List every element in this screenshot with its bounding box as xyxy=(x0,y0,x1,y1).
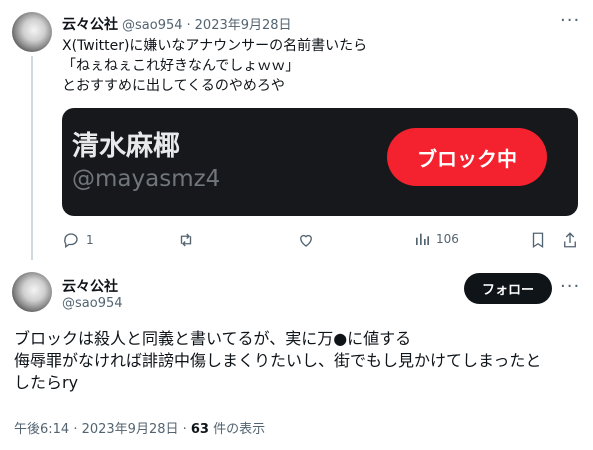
author-handle[interactable]: @sao954 xyxy=(122,18,183,33)
views-icon xyxy=(414,231,430,247)
tweet-header: 云々公社 @sao954 · 2023年9月28日 xyxy=(62,14,292,34)
views-count: 106 xyxy=(436,232,459,246)
separator: · xyxy=(186,18,191,33)
tweet-time[interactable]: 午後6:14 · 2023年9月28日 · xyxy=(14,422,191,437)
avatar[interactable] xyxy=(12,12,52,52)
bookmark-button[interactable] xyxy=(530,231,546,249)
views-suffix: 件の表示 xyxy=(208,422,266,437)
thread-line xyxy=(31,56,33,260)
views-button[interactable]: 106 xyxy=(414,231,459,247)
avatar[interactable] xyxy=(12,272,52,312)
reply-count: 1 xyxy=(86,233,94,247)
retweet-icon xyxy=(177,231,195,249)
blocked-button: ブロック中 xyxy=(387,128,547,186)
reply-button[interactable]: 1 xyxy=(62,231,94,249)
bookmark-icon xyxy=(530,231,546,249)
tweet-meta: 午後6:14 · 2023年9月28日 · 63 件の表示 xyxy=(14,418,265,437)
share-button[interactable] xyxy=(562,231,578,249)
tweet-text-line: 侮辱罪がなければ誹謗中傷しまくりたいし、街でもし見かけてしまったと xyxy=(14,351,542,370)
like-button[interactable] xyxy=(297,231,315,249)
tweet-text-line: したらry xyxy=(14,373,79,392)
follow-button[interactable]: フォロー xyxy=(464,273,552,304)
tweet-text: ブロックは殺人と同義と書いてるが、実に万●に値する 侮辱罪がなければ誹謗中傷しま… xyxy=(14,328,584,394)
like-icon xyxy=(297,231,315,249)
tweet-date[interactable]: 2023年9月28日 xyxy=(195,14,292,33)
share-icon xyxy=(562,231,578,249)
tweet-text-line: ブロックは殺人と同義と書いてるが、実に万●に値する xyxy=(14,329,412,348)
tweet-text: X(Twitter)に嫌いなアナウンサーの名前書いたら 「ねぇねぇこれ好きなんで… xyxy=(62,38,368,94)
reply-icon xyxy=(62,231,80,249)
more-icon[interactable]: ··· xyxy=(560,276,580,297)
card-profile-handle: @mayasmz4 xyxy=(72,166,221,192)
views-number: 63 xyxy=(190,422,209,437)
retweet-button[interactable] xyxy=(177,231,195,249)
more-icon[interactable]: ··· xyxy=(560,10,580,31)
author-name[interactable]: 云々公社 xyxy=(62,14,118,34)
embedded-image-card[interactable]: 清水麻椰 @mayasmz4 ブロック中 xyxy=(62,108,578,216)
card-profile-name: 清水麻椰 xyxy=(72,131,180,162)
author-handle[interactable]: @sao954 xyxy=(62,296,123,311)
author-name[interactable]: 云々公社 xyxy=(62,276,118,296)
